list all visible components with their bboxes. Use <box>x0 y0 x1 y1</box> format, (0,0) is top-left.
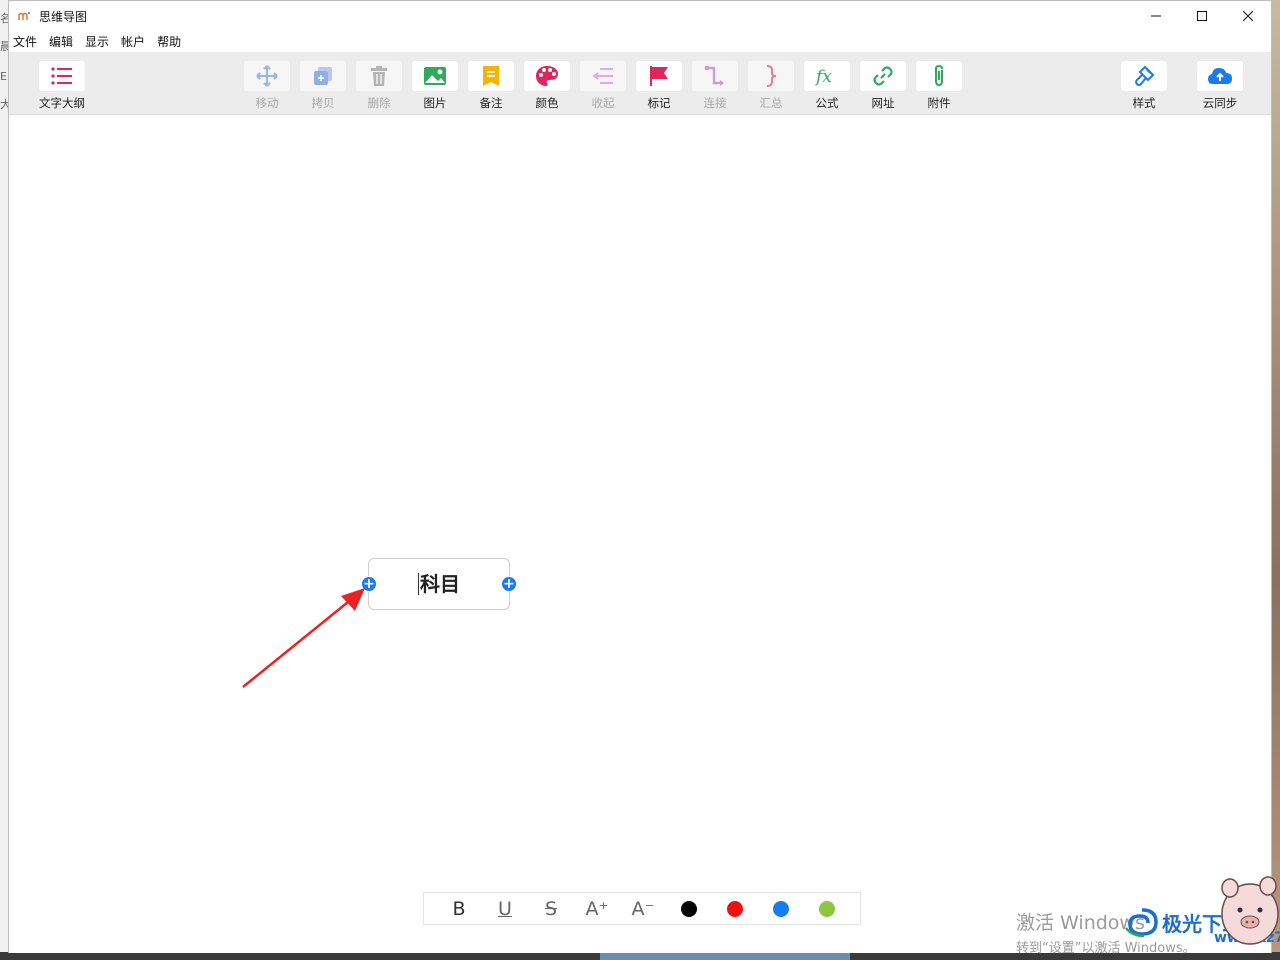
tool-label: 网址 <box>871 96 895 110</box>
close-button[interactable] <box>1225 1 1271 31</box>
tool-connect[interactable]: 连接 <box>691 61 739 111</box>
color-swatch-black[interactable] <box>666 894 712 924</box>
menu-view[interactable]: 显示 <box>85 33 109 50</box>
outline-button[interactable]: 文字大纲 <box>38 61 86 111</box>
mindmap-canvas[interactable]: 科目 + + B U S A⁺ A⁻ <box>9 116 1271 953</box>
outline-label: 文字大纲 <box>39 96 85 110</box>
connect-icon <box>704 65 724 86</box>
tool-copy[interactable]: 拷贝 <box>299 61 347 111</box>
tool-link[interactable]: 网址 <box>859 61 907 111</box>
collapse-icon <box>592 68 613 84</box>
formula-icon: fx <box>815 67 832 86</box>
menu-file[interactable]: 文件 <box>13 33 37 50</box>
minimize-icon <box>1151 15 1161 17</box>
central-topic-text[interactable]: 科目 <box>418 573 460 595</box>
color-swatch-orange[interactable] <box>850 894 860 924</box>
summary-brace-icon <box>766 65 777 87</box>
bold-button[interactable]: B <box>436 894 482 924</box>
window-title: 思维导图 <box>39 9 88 24</box>
central-topic-node[interactable]: 科目 <box>368 558 510 610</box>
menu-bar: 文件 编辑 显示 帐户 帮助 <box>9 31 1271 51</box>
tool-formula[interactable]: fx 公式 <box>803 61 851 111</box>
maximize-icon <box>1197 11 1207 21</box>
tool-label: 标记 <box>647 96 671 110</box>
move-icon <box>256 65 278 87</box>
strikethrough-button[interactable]: S <box>528 894 574 924</box>
tool-label: 收起 <box>591 96 615 110</box>
flag-icon <box>650 66 668 86</box>
add-right-node-icon[interactable]: + <box>501 576 517 592</box>
tool-note[interactable]: 备注 <box>467 61 515 111</box>
bold-icon: B <box>452 897 466 920</box>
underline-icon: U <box>498 897 512 920</box>
app-logo-icon <box>17 10 31 22</box>
image-icon <box>424 67 446 85</box>
cloud-sync-label: 云同步 <box>1202 96 1238 110</box>
cloud-upload-icon <box>1208 68 1232 84</box>
tool-label: 连接 <box>703 96 727 110</box>
pig-mascot-icon <box>1221 876 1279 945</box>
cloud-sync-button[interactable]: 云同步 <box>1196 61 1244 111</box>
tool-label: 汇总 <box>759 96 783 110</box>
color-swatch-red[interactable] <box>712 894 758 924</box>
tool-summary[interactable]: 汇总 <box>747 61 795 111</box>
red-arrow-annotation <box>242 588 365 688</box>
activation-subtitle: 转到“设置”以激活 Windows。 <box>1016 941 1196 956</box>
trash-icon <box>371 66 387 86</box>
desktop-background <box>1272 0 1280 960</box>
tool-label: 移动 <box>255 96 279 110</box>
color-swatch-green[interactable] <box>804 894 850 924</box>
tool-color[interactable]: 颜色 <box>523 61 571 111</box>
paint-brush-icon <box>1135 65 1155 86</box>
toolbar: 文字大纲 移动 拷贝 删除 图片 备注 颜色 收起 标记 连接 汇总 fx 公式… <box>9 52 1271 115</box>
menu-edit[interactable]: 编辑 <box>49 33 73 50</box>
copy-icon <box>314 67 332 85</box>
maximize-button[interactable] <box>1179 1 1225 31</box>
link-icon <box>873 66 893 86</box>
underline-button[interactable]: U <box>482 894 528 924</box>
tool-flag[interactable]: 标记 <box>635 61 683 111</box>
background-window-strip: 名 晨 E 大 <box>0 0 11 960</box>
tool-attachment[interactable]: 附件 <box>915 61 963 111</box>
tool-delete[interactable]: 删除 <box>355 61 403 111</box>
tool-label: 公式 <box>815 96 839 110</box>
strikethrough-icon: S <box>544 897 558 920</box>
font-increase-icon: A⁺ <box>585 897 609 920</box>
font-decrease-icon: A⁻ <box>631 897 655 920</box>
tool-label: 颜色 <box>535 96 559 110</box>
tool-collapse[interactable]: 收起 <box>579 61 627 111</box>
tool-move[interactable]: 移动 <box>243 61 291 111</box>
menu-account[interactable]: 帐户 <box>121 33 145 50</box>
background-char: E <box>0 70 7 83</box>
close-icon <box>1243 11 1253 21</box>
minimize-button[interactable] <box>1133 1 1179 31</box>
tool-label: 附件 <box>927 96 951 110</box>
app-window: 思维导图 文件 编辑 显示 帐户 帮助 文字大纲 移动 拷贝 删除 图片 备注 … <box>8 0 1272 953</box>
format-bar: B U S A⁺ A⁻ <box>423 892 861 925</box>
menu-help[interactable]: 帮助 <box>157 33 181 50</box>
svg-text:fx: fx <box>815 67 832 86</box>
palette-icon <box>536 66 558 86</box>
tool-image[interactable]: 图片 <box>411 61 459 111</box>
tool-label: 删除 <box>367 96 391 110</box>
font-size-increase-button[interactable]: A⁺ <box>574 894 620 924</box>
font-size-decrease-button[interactable]: A⁻ <box>620 894 666 924</box>
paperclip-icon <box>935 64 943 87</box>
note-icon <box>483 66 499 86</box>
style-label: 样式 <box>1132 96 1156 110</box>
title-bar: 思维导图 <box>9 1 1271 31</box>
color-swatch-blue[interactable] <box>758 894 804 924</box>
tool-label: 备注 <box>479 96 503 110</box>
list-icon <box>51 67 72 85</box>
brand-swirl-icon <box>1125 908 1158 938</box>
tool-label: 图片 <box>423 96 447 110</box>
tool-label: 拷贝 <box>311 96 335 110</box>
style-button[interactable]: 样式 <box>1120 61 1168 111</box>
